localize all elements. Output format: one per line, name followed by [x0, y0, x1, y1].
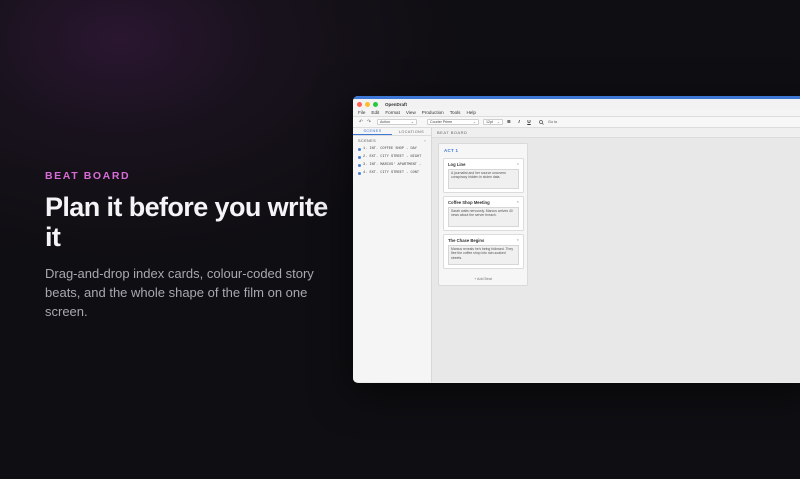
beat-card-title: The Chase Begins — [448, 238, 485, 243]
toolbar: ↶ ↷ Action ⌄ Courier Prime ⌄ 12pt ⌄ B I … — [353, 117, 800, 128]
close-window-button[interactable] — [357, 101, 362, 107]
beat-card-text[interactable]: Marcus reveals he's being followed. They… — [448, 245, 519, 265]
scene-label: 3. INT. MARCUS' APARTMENT - — [363, 163, 422, 167]
window-title: OpenDraft — [385, 101, 408, 107]
menu-production[interactable]: Production — [422, 110, 444, 115]
chevron-down-icon: ⌄ — [472, 120, 476, 124]
sidebar-tabs: SCENES LOCATIONS — [353, 128, 431, 136]
act-column: ACT 1 Log Line × A journalist and her so… — [438, 143, 528, 286]
scene-label: 4. EXT. CITY STREET - CONT — [363, 171, 420, 175]
title-bar: OpenDraft — [353, 99, 800, 109]
headline: Plan it before you write it — [45, 192, 328, 252]
tab-scenes[interactable]: SCENES — [353, 128, 392, 135]
menu-file[interactable]: File — [358, 110, 365, 115]
beat-card-text[interactable]: A journalist and her source uncovers con… — [448, 169, 519, 189]
beat-card[interactable]: Coffee Shop Meeting × Sarah waits nervou… — [443, 196, 524, 231]
scene-item[interactable]: 4. EXT. CITY STREET - CONT — [353, 169, 431, 177]
scene-item[interactable]: 3. INT. MARCUS' APARTMENT - — [353, 161, 431, 169]
beat-card-title: Log Line — [448, 162, 466, 167]
tab-locations[interactable]: LOCATIONS — [392, 128, 431, 135]
element-style-value: Action — [380, 120, 390, 124]
minimize-window-button[interactable] — [365, 101, 370, 107]
beat-board-area: BEAT BOARD ACT 1 Log Line × A journalist… — [432, 128, 800, 382]
goto-search[interactable]: Go to — [539, 119, 558, 125]
scene-item[interactable]: 2. EXT. CITY STREET - NIGHT — [353, 153, 431, 161]
underline-button[interactable]: U — [525, 120, 533, 125]
beat-card[interactable]: The Chase Begins × Marcus reveals he's b… — [443, 234, 524, 269]
add-beat-button[interactable]: + Add Beat — [439, 277, 527, 281]
font-value: Courier Prime — [430, 120, 453, 124]
zoom-window-button[interactable] — [373, 101, 378, 107]
app-body: SCENES LOCATIONS SCENES ‹ 1. INT. COFFEE… — [353, 128, 800, 382]
chevron-down-icon: ⌄ — [496, 120, 500, 124]
subline: Drag-and-drop index cards, colour-coded … — [45, 266, 314, 319]
scene-bullet-icon — [358, 171, 361, 175]
redo-icon[interactable]: ↷ — [365, 119, 373, 125]
beat-card-title: Coffee Shop Meeting — [448, 200, 490, 205]
scene-bullet-icon — [358, 155, 361, 159]
scene-bullet-icon — [358, 147, 361, 151]
beat-card[interactable]: Log Line × A journalist and her source u… — [443, 158, 524, 193]
scenes-header: SCENES ‹ — [353, 136, 431, 145]
beat-card-text[interactable]: Sarah waits nervously. Marcus arrives 40… — [448, 207, 519, 227]
font-size-select[interactable]: 12pt ⌄ — [483, 119, 503, 125]
sidebar: SCENES LOCATIONS SCENES ‹ 1. INT. COFFEE… — [353, 128, 432, 382]
undo-icon[interactable]: ↶ — [357, 119, 365, 125]
menu-edit[interactable]: Edit — [371, 110, 379, 115]
collapse-icon[interactable]: ‹ — [424, 139, 426, 143]
scene-label: 1. INT. COFFEE SHOP - DAY — [363, 147, 417, 151]
italic-button[interactable]: I — [515, 120, 523, 125]
eyebrow: BEAT BOARD — [45, 170, 131, 182]
close-icon[interactable]: × — [517, 199, 519, 204]
scene-bullet-icon — [358, 163, 361, 167]
menu-bar: File Edit Format View Production Tools H… — [353, 109, 800, 117]
scenes-section-title: SCENES — [358, 138, 377, 143]
font-size-value: 12pt — [486, 120, 493, 124]
close-icon[interactable]: × — [517, 237, 519, 242]
hero: BEAT BOARD Plan it before you write it D… — [45, 170, 335, 321]
scene-label: 2. EXT. CITY STREET - NIGHT — [363, 155, 422, 159]
menu-format[interactable]: Format — [385, 110, 400, 115]
chevron-down-icon: ⌄ — [410, 120, 414, 124]
act-title: ACT 1 — [444, 148, 459, 153]
app-window: OpenDraft File Edit Format View Producti… — [353, 96, 800, 383]
scene-item[interactable]: 1. INT. COFFEE SHOP - DAY — [353, 145, 431, 153]
search-icon — [539, 119, 544, 125]
beat-board-header: BEAT BOARD — [432, 128, 800, 138]
menu-view[interactable]: View — [406, 110, 416, 115]
goto-label: Go to — [548, 120, 558, 124]
menu-tools[interactable]: Tools — [450, 110, 461, 115]
font-select[interactable]: Courier Prime ⌄ — [427, 119, 479, 125]
menu-help[interactable]: Help — [466, 110, 475, 115]
close-icon[interactable]: × — [517, 161, 519, 166]
bold-button[interactable]: B — [505, 120, 513, 125]
element-style-select[interactable]: Action ⌄ — [377, 119, 417, 125]
